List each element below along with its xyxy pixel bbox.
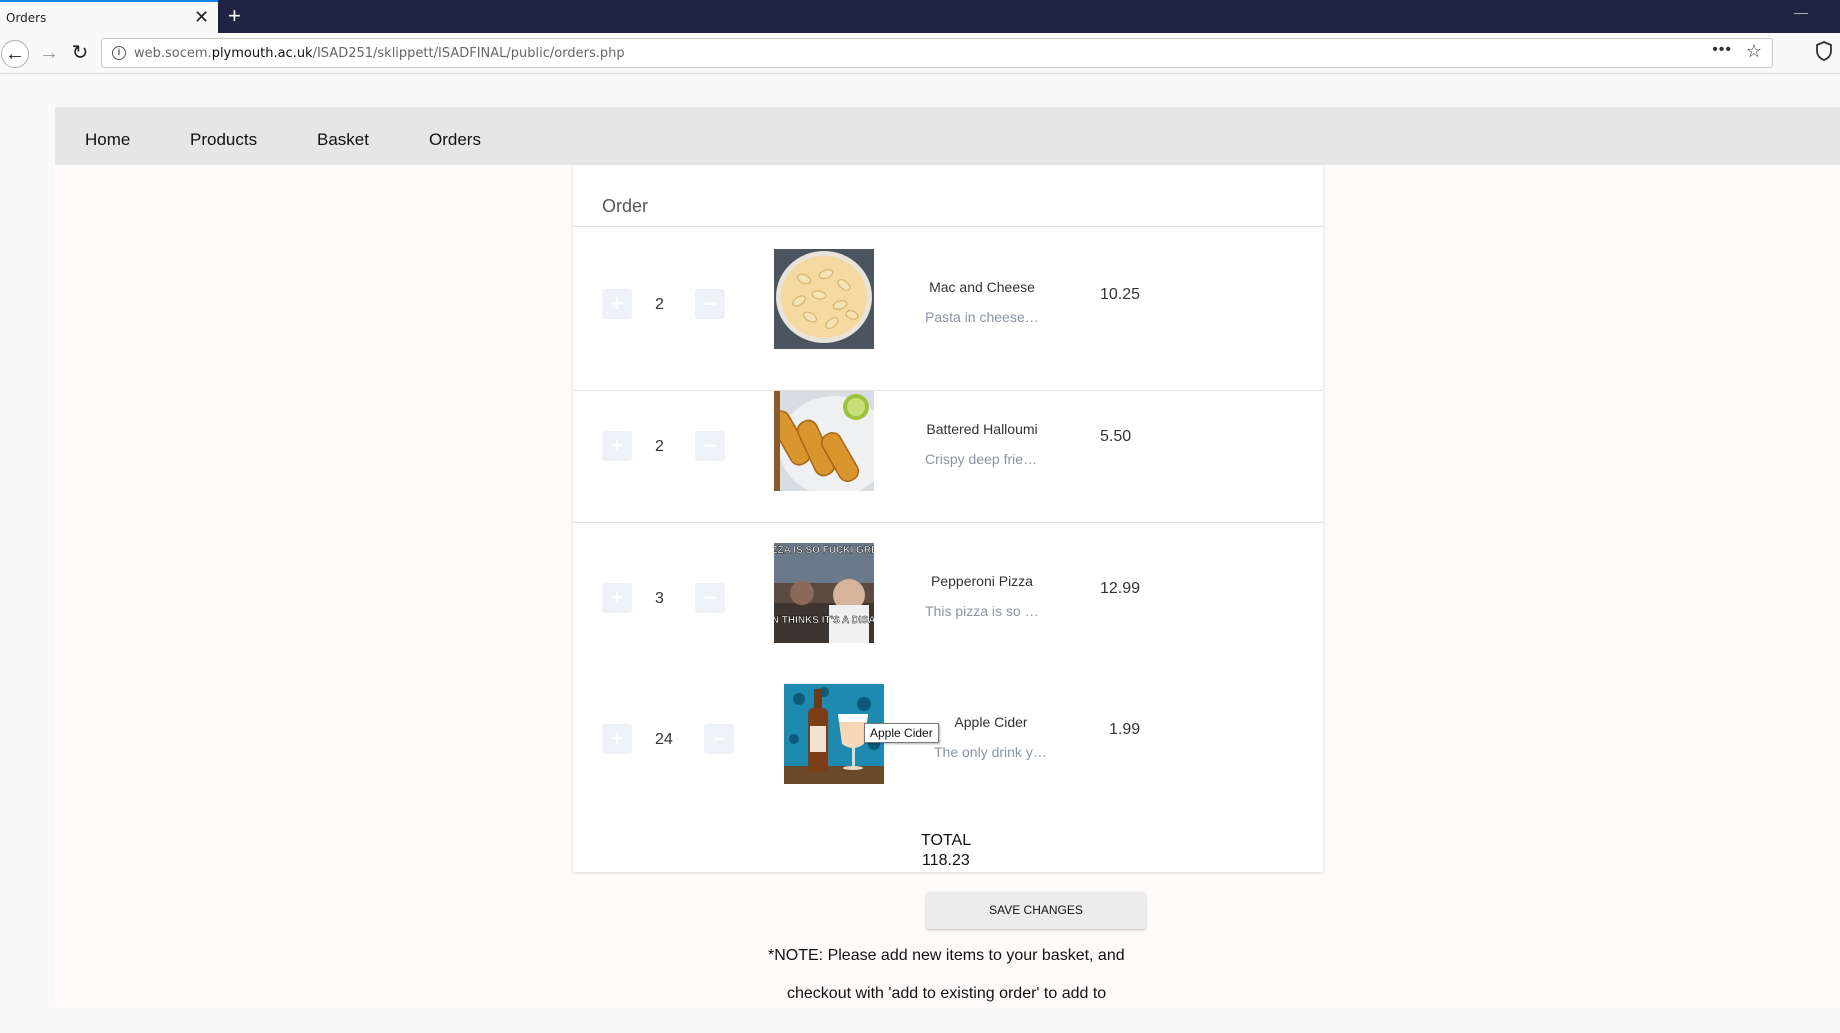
minimize-icon[interactable]: —: [1794, 4, 1808, 20]
minus-icon: −: [712, 726, 726, 751]
reload-icon[interactable]: ↻: [66, 40, 94, 68]
url-domain: plymouth.ac.uk: [211, 46, 313, 61]
halloumi-image: [774, 391, 874, 491]
product-description: Crispy deep fried halloumi: [925, 451, 1040, 467]
back-arrow-icon[interactable]: ←: [1, 40, 29, 68]
row-divider: [573, 522, 1323, 523]
browser-toolbar: ← → ↻ i web.socem.plymouth.ac.uk/ISAD251…: [0, 33, 1840, 74]
decrease-qty-button[interactable]: −: [695, 431, 725, 461]
increase-qty-button[interactable]: +: [602, 431, 632, 461]
plus-icon: +: [610, 433, 624, 458]
product-description: Pasta in cheese sauce: [925, 309, 1040, 325]
minus-icon: −: [703, 433, 717, 458]
increase-qty-button[interactable]: +: [602, 724, 632, 754]
tab-title: Orders: [6, 11, 47, 25]
url-prefix: web.socem.: [134, 46, 212, 61]
mac-and-cheese-image: [774, 249, 874, 349]
product-price: 12.99: [1100, 580, 1141, 597]
total-label: TOTAL: [921, 832, 972, 849]
product-price: 10.25: [1100, 286, 1141, 303]
forward-arrow-icon[interactable]: →: [35, 40, 63, 68]
product-name: Apple Cider: [954, 714, 1028, 730]
minus-icon: −: [703, 585, 717, 610]
product-price: 1.99: [1109, 721, 1141, 738]
meme-text-bottom: P EVEN THINKS IT'S A DISASTER!: [774, 615, 874, 626]
pepperoni-pizza-image: IS PIZZA IS SO FUCKI GREASY P EVEN THINK…: [774, 543, 874, 643]
product-price: 5.50: [1100, 428, 1132, 445]
browser-tab-bar: Orders ✕ + —: [0, 0, 1840, 33]
note-line-1: *NOTE: Please add new items to your bask…: [768, 947, 1125, 964]
decrease-qty-button[interactable]: −: [704, 724, 734, 754]
product-name: Mac and Cheese: [929, 279, 1035, 295]
nav-link-basket[interactable]: Basket: [317, 130, 369, 150]
address-bar[interactable]: i web.socem.plymouth.ac.uk/ISAD251/sklip…: [101, 38, 1773, 68]
page-actions-icon[interactable]: •••: [1712, 41, 1732, 59]
increase-qty-button[interactable]: +: [602, 583, 632, 613]
new-tab-icon[interactable]: +: [228, 3, 241, 29]
decrease-qty-button[interactable]: −: [695, 583, 725, 613]
quantity-value: 3: [655, 590, 664, 607]
image-tooltip: Apple Cider: [864, 723, 939, 743]
url-path: /ISAD251/sklippett/ISADFINAL/public/orde…: [312, 46, 625, 61]
meme-text-top: IS PIZZA IS SO FUCKI GREASY: [774, 545, 874, 556]
site-navigation: Home Products Basket Orders: [55, 107, 1840, 165]
plus-icon: +: [610, 726, 624, 751]
product-description: This pizza is so greasy: [925, 603, 1040, 619]
browser-tab-orders[interactable]: Orders ✕: [0, 0, 218, 33]
bookmark-star-icon[interactable]: ☆: [1746, 41, 1762, 62]
total-value: 118.23: [922, 852, 970, 869]
note-line-2: checkout with 'add to existing order' to…: [787, 985, 1107, 1002]
order-card: Order + 2 − Mac and Cheese Pasta in chee…: [573, 165, 1323, 872]
close-tab-icon[interactable]: ✕: [194, 7, 209, 27]
quantity-value: 2: [655, 296, 664, 313]
url-text[interactable]: web.socem.plymouth.ac.uk/ISAD251/sklippe…: [134, 46, 625, 61]
quantity-value: 24: [655, 731, 673, 748]
minus-icon: −: [703, 291, 717, 316]
order-title: Order: [602, 196, 649, 216]
nav-link-home[interactable]: Home: [85, 130, 130, 150]
site-info-icon[interactable]: i: [112, 46, 126, 60]
decrease-qty-button[interactable]: −: [695, 289, 725, 319]
nav-link-products[interactable]: Products: [190, 130, 257, 150]
plus-icon: +: [610, 585, 624, 610]
increase-qty-button[interactable]: +: [602, 289, 632, 319]
save-changes-button[interactable]: SAVE CHANGES: [926, 892, 1146, 929]
header-divider: [573, 226, 1323, 227]
quantity-value: 2: [655, 438, 664, 455]
nav-link-orders[interactable]: Orders: [429, 130, 481, 150]
product-name: Battered Halloumi: [926, 421, 1038, 437]
shield-icon[interactable]: [1814, 40, 1834, 62]
product-name: Pepperoni Pizza: [931, 573, 1033, 589]
product-description: The only drink you need: [934, 744, 1049, 760]
row-divider: [573, 390, 1323, 391]
plus-icon: +: [610, 291, 624, 316]
